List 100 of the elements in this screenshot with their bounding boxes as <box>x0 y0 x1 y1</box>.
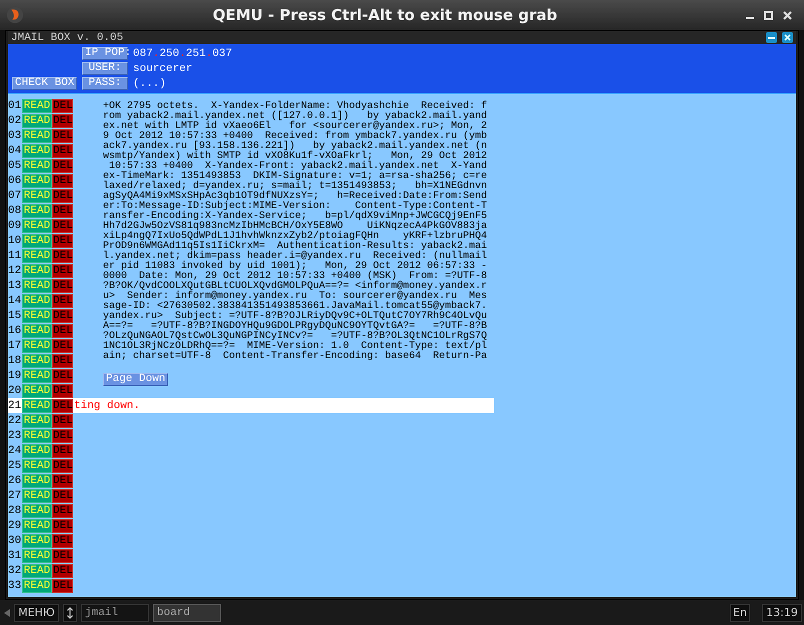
delete-button[interactable]: DEL <box>52 114 73 128</box>
read-button[interactable]: READ <box>22 578 52 592</box>
delete-button[interactable]: DEL <box>52 564 73 578</box>
read-button[interactable]: READ <box>22 188 52 202</box>
message-line: yandex.ru> Subject: =?UTF-8?B?OJLRiyDQv9C+OLTQutC7OY7Rh9C4OLvQu <box>103 312 488 322</box>
read-button[interactable]: READ <box>22 174 52 188</box>
app-title: JMAIL BOX v. 0.05 <box>11 32 124 44</box>
message-line: ?OLzQuNGAOL7QstCwOL3QuNGPINCyINCv?= =?UTF-8?B?OL3QtNC1OLrRgS7Q <box>103 332 488 342</box>
message-line: u> Sender: inform@money.yandex.ru To: sourcerer@yandex.ru Mes <box>103 292 488 302</box>
row-number: 01 <box>8 100 22 112</box>
delete-button[interactable]: DEL <box>52 128 73 142</box>
read-button[interactable]: READ <box>22 294 52 308</box>
read-button[interactable]: READ <box>22 564 52 578</box>
delete-button[interactable]: DEL <box>52 144 73 158</box>
delete-button[interactable]: DEL <box>52 428 73 442</box>
delete-button[interactable]: DEL <box>52 578 73 592</box>
app-logo-icon <box>6 6 24 24</box>
delete-button[interactable]: DEL <box>52 308 73 322</box>
read-button[interactable]: READ <box>22 504 52 518</box>
delete-button[interactable]: DEL <box>52 458 73 472</box>
read-button[interactable]: READ <box>22 114 52 128</box>
delete-button[interactable]: DEL <box>52 234 73 248</box>
task-button[interactable]: board <box>153 604 221 622</box>
delete-button[interactable]: DEL <box>52 338 73 352</box>
read-button[interactable]: READ <box>22 488 52 502</box>
read-button[interactable]: READ <box>22 444 52 458</box>
delete-button[interactable]: DEL <box>52 278 73 292</box>
read-button[interactable]: READ <box>22 398 52 412</box>
delete-button[interactable]: DEL <box>52 384 73 398</box>
read-button[interactable]: READ <box>22 534 52 548</box>
delete-button[interactable]: DEL <box>52 398 73 412</box>
read-button[interactable]: READ <box>22 278 52 292</box>
read-button[interactable]: READ <box>22 384 52 398</box>
read-button[interactable]: READ <box>22 308 52 322</box>
check-box-button[interactable]: CHECK BOX <box>12 77 78 90</box>
delete-button[interactable]: DEL <box>52 204 73 218</box>
read-button[interactable]: READ <box>22 474 52 488</box>
delete-button[interactable]: DEL <box>52 444 73 458</box>
row-number: 26 <box>8 474 22 486</box>
language-indicator[interactable]: En <box>730 604 750 622</box>
read-button[interactable]: READ <box>22 204 52 218</box>
delete-button[interactable]: DEL <box>52 354 73 368</box>
message-line: sage-ID: <27630502.383841351493853661.JavaMail.tomcat55@ymback7. <box>103 302 488 312</box>
delete-button[interactable]: DEL <box>52 368 73 382</box>
delete-button[interactable]: DEL <box>52 158 73 172</box>
close-icon[interactable] <box>782 32 793 43</box>
task-button[interactable]: jmail <box>81 604 149 622</box>
row-number: 33 <box>8 580 22 592</box>
read-button[interactable]: READ <box>22 414 52 428</box>
read-button[interactable]: READ <box>22 218 52 232</box>
left-arrow-icon[interactable] <box>4 608 10 616</box>
message-line: ain; charset=UTF-8 Content-Transfer-Encoding: base64 Return-Pa <box>103 352 488 362</box>
field-value: (...) <box>133 78 166 90</box>
message-line: ack7.yandex.ru [93.158.136.221]) by yaback2.mail.yandex.net (n <box>103 142 488 152</box>
read-button[interactable]: READ <box>22 458 52 472</box>
minimize-icon[interactable] <box>766 32 777 43</box>
delete-button[interactable]: DEL <box>52 518 73 532</box>
read-button[interactable]: READ <box>22 98 52 112</box>
delete-button[interactable]: DEL <box>52 98 73 112</box>
maximize-icon[interactable] <box>764 10 773 20</box>
row-number: 23 <box>8 430 22 442</box>
message-line: ransfer-Encoding:X-Yandex-Service; b=pl/qdX9viMnp+JWCGCQj9EnF5 <box>103 212 488 222</box>
delete-button[interactable]: DEL <box>52 548 73 562</box>
read-button[interactable]: READ <box>22 234 52 248</box>
read-button[interactable]: READ <box>22 128 52 142</box>
delete-button[interactable]: DEL <box>52 324 73 338</box>
delete-button[interactable]: DEL <box>52 534 73 548</box>
row-number: 15 <box>8 310 22 322</box>
read-button[interactable]: READ <box>22 368 52 382</box>
row-number: 18 <box>8 354 22 366</box>
message-line: ex-TimeMark: 1351493853 DKIM-Signature: v=1; a=rsa-sha256; c=re <box>103 172 488 182</box>
delete-button[interactable]: DEL <box>52 294 73 308</box>
page-down-button[interactable]: Page Down <box>103 373 168 386</box>
read-button[interactable]: READ <box>22 548 52 562</box>
delete-button[interactable]: DEL <box>52 414 73 428</box>
read-button[interactable]: READ <box>22 518 52 532</box>
row-number: 31 <box>8 550 22 562</box>
delete-button[interactable]: DEL <box>52 188 73 202</box>
close-icon[interactable] <box>783 10 792 20</box>
delete-button[interactable]: DEL <box>52 264 73 278</box>
delete-button[interactable]: DEL <box>52 504 73 518</box>
read-button[interactable]: READ <box>22 338 52 352</box>
row-number: 09 <box>8 220 22 232</box>
read-button[interactable]: READ <box>22 144 52 158</box>
delete-button[interactable]: DEL <box>52 474 73 488</box>
read-button[interactable]: READ <box>22 264 52 278</box>
row-number: 07 <box>8 190 22 202</box>
read-button[interactable]: READ <box>22 354 52 368</box>
read-button[interactable]: READ <box>22 158 52 172</box>
delete-button[interactable]: DEL <box>52 248 73 262</box>
row-number: 08 <box>8 204 22 216</box>
read-button[interactable]: READ <box>22 428 52 442</box>
delete-button[interactable]: DEL <box>52 488 73 502</box>
menu-button[interactable]: МЕНЮ <box>14 604 59 622</box>
row-number: 20 <box>8 384 22 396</box>
row-number: 22 <box>8 414 22 426</box>
read-button[interactable]: READ <box>22 248 52 262</box>
read-button[interactable]: READ <box>22 324 52 338</box>
delete-button[interactable]: DEL <box>52 218 73 232</box>
delete-button[interactable]: DEL <box>52 174 73 188</box>
